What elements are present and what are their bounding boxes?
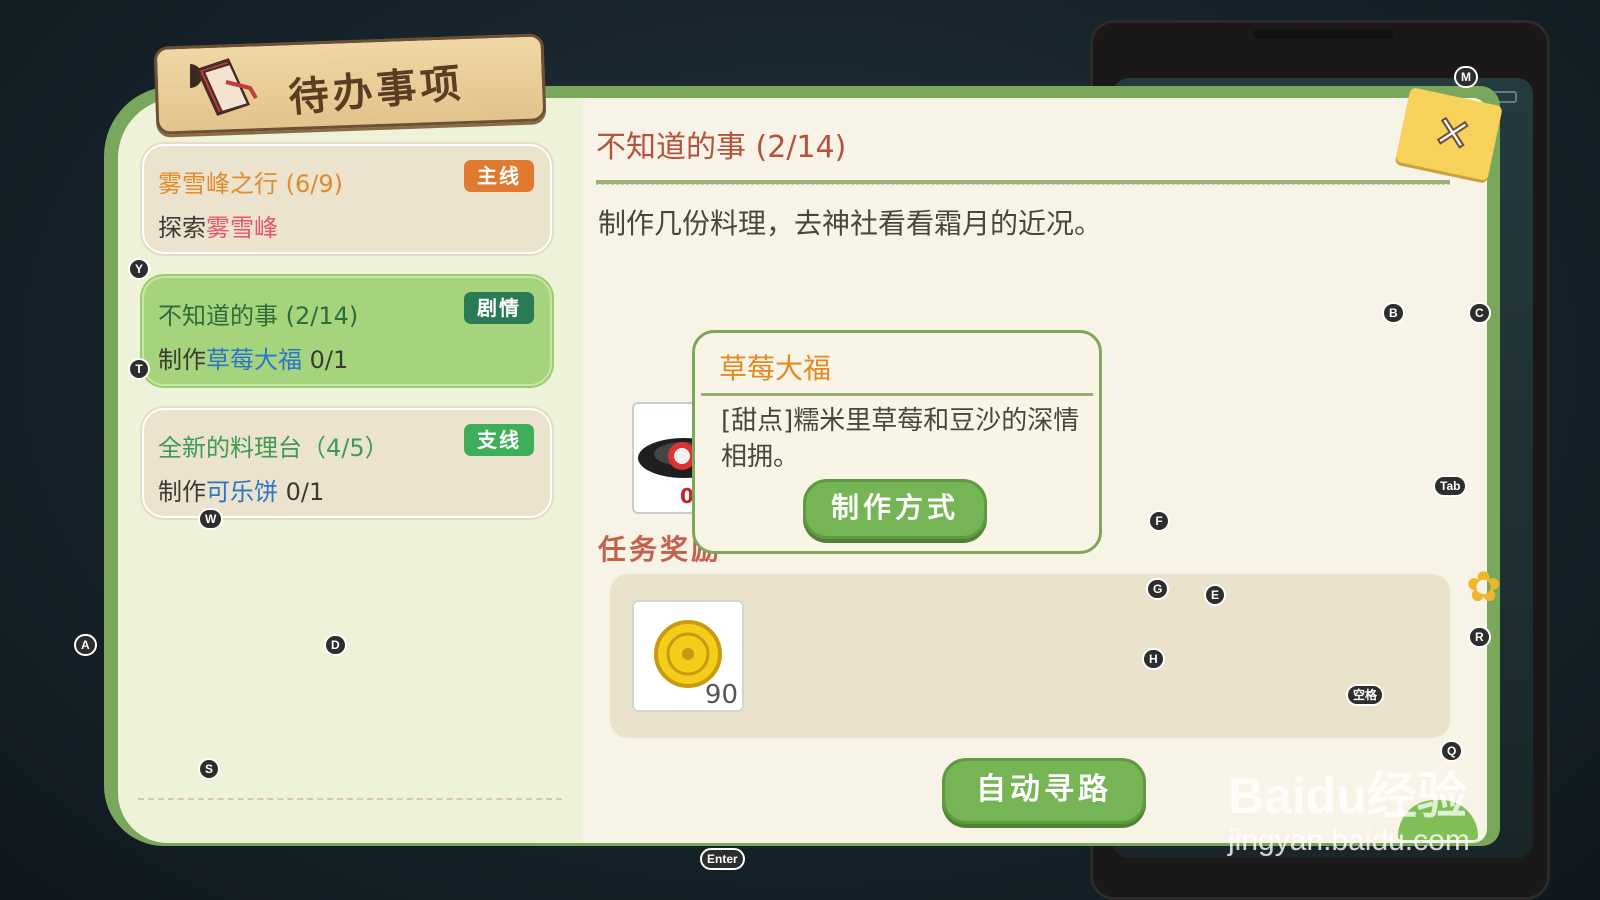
quest-objective: 探索雾雪峰 (158, 208, 278, 243)
watermark-logo: Baidu经验 (1228, 768, 1467, 824)
key-hint-m: M (1454, 66, 1478, 88)
objective-progress: 0/1 (278, 478, 325, 506)
key-hint-r: R (1468, 626, 1491, 648)
key-hint-d: D (324, 634, 347, 656)
recipe-button[interactable]: 制作方式 (803, 479, 987, 539)
key-hint-y: Y (128, 258, 151, 280)
objective-verb: 探索 (158, 214, 206, 242)
title-divider (596, 180, 1450, 185)
key-hint-e: E (1204, 584, 1227, 606)
page-title: 待办事项 (286, 60, 467, 122)
book-icon (190, 58, 258, 116)
reward-coin-slot[interactable]: 90 (632, 600, 744, 712)
quest-title: 雾雪峰之行 (6/9) (158, 170, 343, 198)
key-hint-tab: Tab (1433, 475, 1468, 497)
detail-description: 制作几份料理，去神社看看霜月的近况。 (598, 207, 1103, 240)
objective-verb: 制作 (158, 346, 206, 374)
flower-icon: ✿ (1466, 562, 1502, 611)
objective-target: 草莓大福 (206, 346, 302, 374)
key-hint-f: F (1148, 510, 1170, 532)
objective-target: 雾雪峰 (206, 214, 278, 242)
auto-path-button[interactable]: 自动寻路 (942, 758, 1146, 824)
objective-verb: 制作 (158, 478, 206, 506)
quest-tag-main: 主线 (464, 160, 534, 192)
key-hint-h: H (1142, 648, 1165, 670)
key-hint-b: B (1382, 302, 1405, 324)
objective-target: 可乐饼 (206, 478, 278, 506)
phone-notch (1253, 29, 1393, 39)
quest-title: 全新的料理台（4/5） (158, 434, 389, 462)
tooltip-description: [甜点]糯米里草莓和豆沙的深情相拥。 (721, 406, 1080, 472)
watermark-url: jingyan.baidu.com (1228, 824, 1470, 857)
detail-title: 不知道的事 (2/14) (596, 130, 847, 165)
key-hint-g: G (1146, 578, 1170, 600)
key-hint-t: T (128, 358, 150, 380)
key-hint-space: 空格 (1346, 684, 1385, 706)
key-hint-s: S (198, 758, 221, 780)
quest-tag-story: 剧情 (464, 292, 534, 324)
key-hint-a: A (74, 634, 97, 656)
quest-objective: 制作可乐饼 0/1 (158, 472, 324, 507)
objective-progress: 0/1 (302, 346, 349, 374)
quest-card[interactable]: 全新的料理台（4/5） 支线 制作可乐饼 0/1 (142, 408, 552, 518)
quest-card[interactable]: 雾雪峰之行 (6/9) 主线 探索雾雪峰 (142, 144, 552, 254)
key-hint-w: W (198, 508, 224, 530)
key-hint-c: C (1468, 302, 1491, 324)
quest-title: 不知道的事 (2/14) (158, 302, 359, 330)
item-tooltip: 草莓大福 [甜点]糯米里草莓和豆沙的深情相拥。 制作方式 (692, 330, 1102, 554)
close-icon: ✕ (1428, 104, 1477, 164)
coin-count: 90 (704, 680, 738, 710)
quest-tag-side: 支线 (464, 424, 534, 456)
key-hint-enter: Enter (700, 848, 745, 870)
quest-objective: 制作草莓大福 0/1 (158, 340, 348, 375)
tooltip-divider (701, 393, 1093, 396)
tooltip-title: 草莓大福 (719, 352, 832, 385)
divider (138, 798, 562, 800)
quest-card-selected[interactable]: 不知道的事 (2/14) 剧情 制作草莓大福 0/1 (142, 276, 552, 386)
